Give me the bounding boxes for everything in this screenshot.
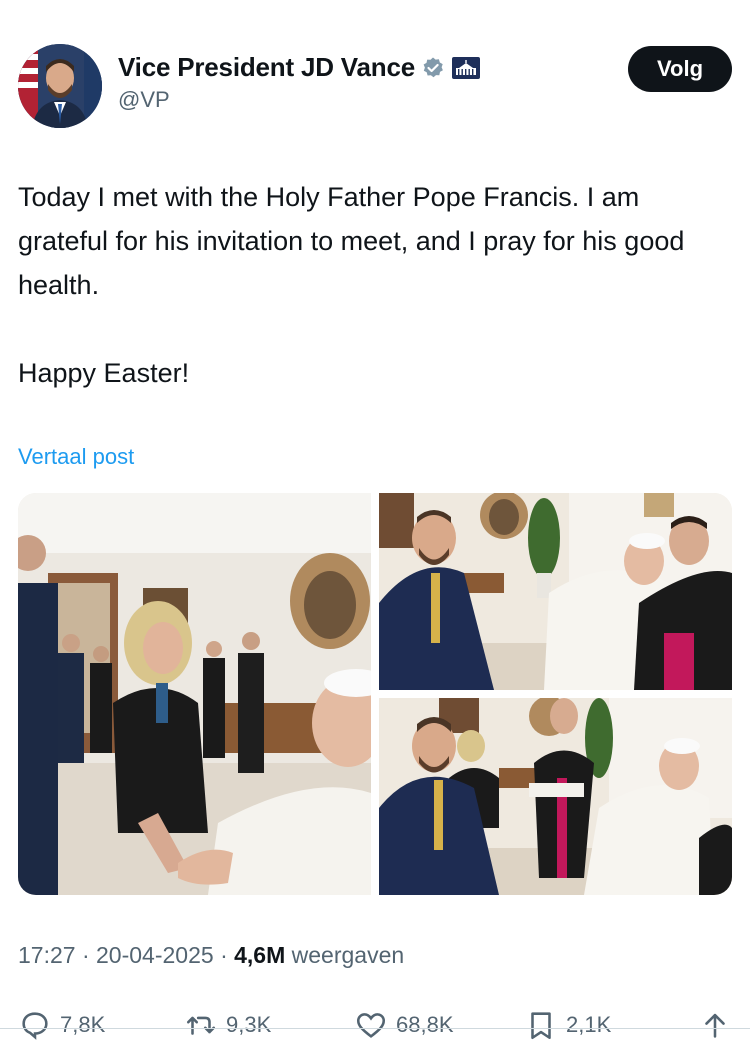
photo-3[interactable]	[379, 698, 732, 895]
bookmark-icon	[531, 1012, 551, 1040]
repost-button[interactable]: 9,3K	[184, 1008, 271, 1042]
follow-button[interactable]: Volg	[628, 46, 732, 92]
like-button[interactable]: 68,8K	[354, 1008, 454, 1042]
reply-count: 7,8K	[60, 1012, 106, 1037]
views-count[interactable]: 4,6M	[234, 942, 285, 968]
display-name[interactable]: Vice President JD Vance	[118, 52, 415, 83]
meta-separator: ·	[220, 942, 228, 968]
divider	[0, 1028, 750, 1029]
tweet-text: Today I met with the Holy Father Pope Fr…	[18, 182, 685, 388]
white-house-icon[interactable]	[451, 56, 481, 80]
views-label: weergaven	[291, 942, 405, 968]
photo-1[interactable]	[18, 493, 371, 895]
tweet-header: Vice President JD Vance @VP Volg	[18, 44, 732, 130]
heart-icon	[356, 1013, 386, 1038]
like-count: 68,8K	[396, 1012, 454, 1037]
repost-count: 9,3K	[226, 1012, 272, 1037]
tweet-date[interactable]: 20-04-2025	[96, 942, 214, 968]
author-block: Vice President JD Vance @VP	[118, 52, 481, 113]
translate-link[interactable]: Vertaal post	[18, 444, 134, 470]
share-icon	[705, 1013, 725, 1038]
bookmark-count: 2,1K	[566, 1012, 612, 1037]
avatar[interactable]	[18, 44, 102, 128]
photo-2[interactable]	[379, 493, 732, 690]
name-row: Vice President JD Vance	[118, 52, 481, 83]
media-grid	[18, 493, 732, 895]
reply-icon	[22, 1012, 48, 1040]
bookmark-button[interactable]: 2,1K	[524, 1008, 611, 1042]
tweet-time[interactable]: 17:27	[18, 942, 76, 968]
tweet-meta: 17:27 · 20-04-2025 · 4,6M weergaven	[18, 942, 404, 969]
verified-badge-icon[interactable]	[421, 56, 445, 80]
share-button[interactable]	[698, 1008, 732, 1042]
action-bar: 7,8K 9,3K 68,8K 2,1K	[18, 1004, 732, 1046]
meta-separator: ·	[81, 942, 90, 968]
handle[interactable]: @VP	[118, 87, 481, 113]
repost-icon	[186, 1016, 216, 1035]
reply-button[interactable]: 7,8K	[18, 1008, 105, 1042]
